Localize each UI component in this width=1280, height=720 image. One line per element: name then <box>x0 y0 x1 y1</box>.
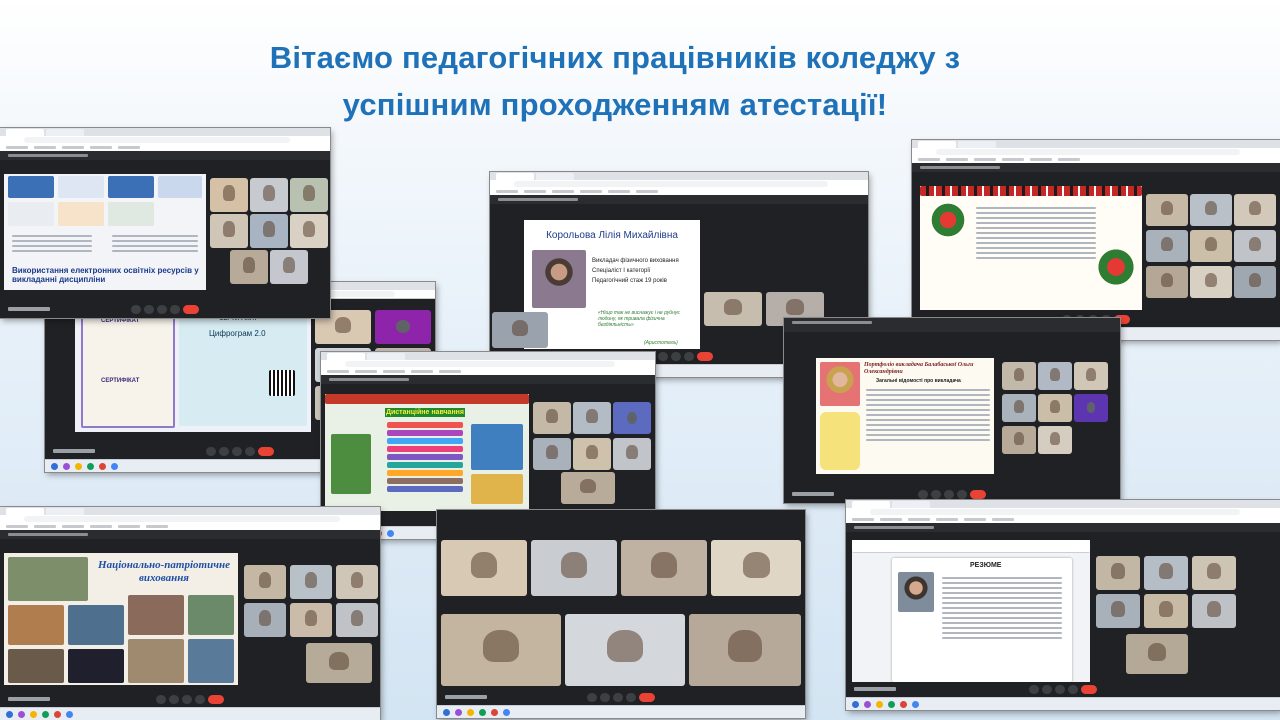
slide-title: Корольова Лілія Михайлівна <box>546 230 678 241</box>
slide-line: Спеціаліст І категорії <box>592 268 651 274</box>
participant-avatar <box>375 310 431 344</box>
teacher-photo <box>532 250 586 308</box>
slide-line: Викладач фізичного виховання <box>592 258 679 264</box>
meet-screenshot-portfolio: Портфоліо викладача Балабаської Ольги Ол… <box>784 318 1120 503</box>
presentation-slide: Дистанційне навчання <box>325 394 529 512</box>
presentation-slide: Використання електронних освітніх ресурс… <box>4 174 206 290</box>
windows-taskbar <box>846 697 1280 710</box>
meet-screenshot-ukrainian-slide <box>912 140 1280 340</box>
slide-line: Педагогічний стаж 19 років <box>592 278 667 284</box>
slide-subtitle: Загальні відомості про викладача <box>876 378 961 384</box>
windows-taskbar <box>0 707 380 720</box>
end-call-button[interactable] <box>639 693 655 702</box>
meeting-controls <box>0 692 380 708</box>
meet-screenshot-video-grid <box>437 510 805 718</box>
meet-screenshot-resume: РЕЗЮМЕ <box>846 500 1280 710</box>
end-call-button[interactable] <box>258 447 274 456</box>
presentation-slide: Національно-патріотичне виховання <box>4 553 238 685</box>
presentation-slide: РЕЗЮМЕ <box>852 540 1090 684</box>
certificate-label-1: СЕРТИФІКАТ <box>101 318 140 324</box>
teacher-photo <box>820 362 860 406</box>
slide-title: Національно-патріотичне виховання <box>98 559 230 584</box>
end-call-button[interactable] <box>697 352 713 361</box>
meeting-controls <box>846 682 1280 698</box>
meeting-controls <box>437 690 805 706</box>
slide-motto: «Ніщо так не виснажує і не руйнує людину… <box>598 310 680 328</box>
certificates-slide: СЕРТИФІКАТ СЕРТИФІКАТ СЕРТИФІКАТ Цифрогр… <box>75 306 311 432</box>
slide-title: РЕЗЮМЕ <box>970 562 1002 569</box>
slide-caption: Використання електронних освітніх ресурс… <box>12 266 199 284</box>
page-heading: Вітаємо педагогічних працівників коледжу… <box>100 34 1130 128</box>
heading-line-1: Вітаємо педагогічних працівників коледжу… <box>269 40 961 75</box>
heading-line-2: успішним проходженням атестації! <box>342 87 888 122</box>
qr-code <box>269 370 295 396</box>
slide-motto-author: (Аристотель) <box>644 340 678 346</box>
certificate-image: СЕРТИФІКАТ Цифрограм 2.0 <box>179 310 307 426</box>
end-call-button[interactable] <box>183 305 199 314</box>
meeting-controls <box>0 302 330 318</box>
windows-taskbar <box>437 705 805 718</box>
certificate-label-2: СЕРТИФІКАТ <box>101 378 140 384</box>
slide-title: Портфоліо викладача Балабаської Ольги Ол… <box>864 362 974 375</box>
end-call-button[interactable] <box>970 490 986 499</box>
certificate-image: СЕРТИФІКАТ СЕРТИФІКАТ <box>81 312 175 428</box>
presentation-slide: Корольова Лілія Михайлівна Викладач фізи… <box>524 220 700 350</box>
end-call-button[interactable] <box>1081 685 1097 694</box>
presentation-slide: Портфоліо викладача Балабаської Ольги Ол… <box>816 358 994 474</box>
certificate-title: Цифрограм 2.0 <box>209 329 266 338</box>
teacher-photo <box>898 572 934 612</box>
meet-screenshot-electronic-resources: Використання електронних освітніх ресурс… <box>0 128 330 318</box>
slide-title: Дистанційне навчання <box>385 408 465 417</box>
meet-screenshot-patriotic-education: Національно-патріотичне виховання <box>0 507 380 720</box>
presentation-slide <box>920 186 1142 310</box>
end-call-button[interactable] <box>208 695 224 704</box>
